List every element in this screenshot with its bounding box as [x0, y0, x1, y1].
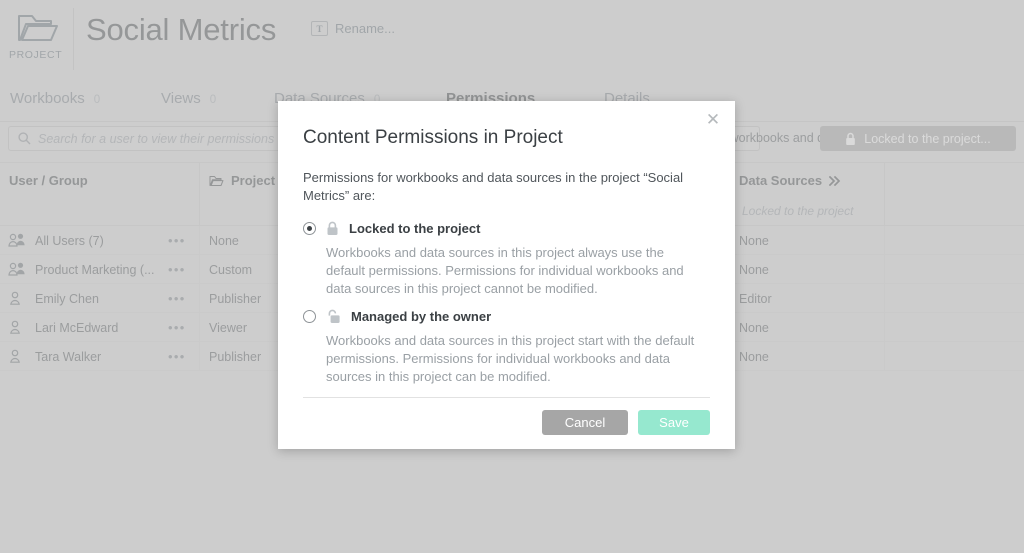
lock-closed-icon: [326, 221, 339, 236]
option-locked-description: Workbooks and data sources in this proje…: [326, 245, 684, 296]
option-managed-label: Managed by the owner: [351, 308, 492, 324]
cancel-button[interactable]: Cancel: [542, 410, 628, 435]
lock-open-icon: [326, 309, 341, 324]
option-locked-to-project[interactable]: Locked to the project Workbooks and data…: [303, 219, 713, 298]
radio-locked-to-project[interactable]: [303, 221, 316, 235]
option-managed-by-owner[interactable]: Managed by the owner Workbooks and data …: [303, 307, 713, 386]
option-locked-label: Locked to the project: [349, 220, 481, 236]
save-button[interactable]: Save: [638, 410, 710, 435]
dialog-title: Content Permissions in Project: [303, 127, 563, 148]
app-root: PROJECT Social Metrics T Rename... Workb…: [0, 0, 1024, 553]
content-permissions-dialog: ✕ Content Permissions in Project Permiss…: [278, 101, 735, 449]
option-locked-header: Locked to the project: [303, 219, 713, 237]
radio-managed-by-owner[interactable]: [303, 309, 316, 323]
dialog-intro-text: Permissions for workbooks and data sourc…: [303, 170, 684, 203]
option-managed-header: Managed by the owner: [303, 307, 713, 325]
option-managed-description: Workbooks and data sources in this proje…: [326, 333, 695, 384]
dialog-divider: [303, 397, 710, 398]
close-icon[interactable]: ✕: [703, 110, 723, 130]
